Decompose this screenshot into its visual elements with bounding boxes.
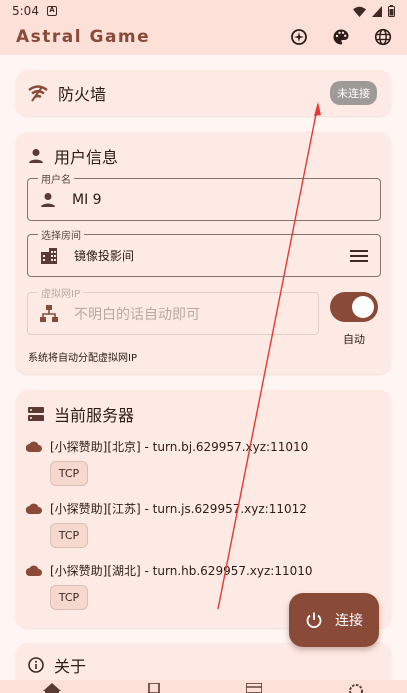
username-field[interactable]: 用户名 MI 9 [27,171,381,221]
username-label: 用户名 [38,171,74,186]
auto-ip-hint: 系统将自动分配虚拟网IP [28,353,137,364]
language-button[interactable] [373,27,393,47]
connect-label: 连接 [335,613,363,629]
cloud-icon [26,565,42,576]
notification-icon: A [46,6,57,16]
connection-status-badge: 未连接 [330,81,377,105]
server-name: [小探赞助][湖北] - turn.hb.629957.xyz:11010 [50,564,313,578]
protocol-chip: TCP [50,523,88,548]
username-value: MI 9 [72,191,102,208]
rooms-icon[interactable] [147,683,161,693]
server-item[interactable]: [小探赞助][北京] - turn.bj.629957.xyz:11010 TC… [26,438,308,486]
protocol-chip: TCP [50,585,88,610]
palette-button[interactable] [331,27,351,47]
server-name: [小探赞助][江苏] - turn.js.629957.xyz:11012 [50,502,307,516]
globe-icon [374,28,392,45]
theme-mode-button[interactable] [289,27,309,47]
bottom-navigation [0,680,407,693]
virtual-ip-field[interactable]: 虚拟网IP 不明白的话自动即可 [27,285,319,335]
cloud-icon [26,441,42,452]
virtual-ip-placeholder: 不明白的话自动即可 [74,306,200,323]
settings-icon[interactable] [348,683,364,693]
connect-button[interactable]: 连接 [289,593,379,647]
room-value: 镜像投影间 [74,249,135,263]
virtual-ip-label: 虚拟网IP [38,285,83,300]
user-info-card: 用户信息 用户名 MI 9 选择房间 镜像投影间 虚拟网IP 不明白的话自动即可… [16,132,391,374]
app-title: Astral Game [16,26,151,47]
palette-icon [333,29,349,44]
wifi-status-icon [353,6,366,17]
firewall-title: 防火墙 [58,85,107,104]
server-item[interactable]: [小探赞助][江苏] - turn.js.629957.xyz:11012 TC… [26,500,307,548]
person-icon [29,149,43,163]
protocol-chip: TCP [50,461,88,486]
server-item[interactable]: [小探赞助][湖北] - turn.hb.629957.xyz:11010 TC… [26,562,313,610]
firewall-card[interactable]: 防火墙 未连接 [16,70,391,116]
toggle-knob [352,296,374,318]
room-label: 选择房间 [38,227,84,242]
app-bar: Astral Game [0,22,407,55]
menu-icon [350,249,368,262]
signal-icon [372,5,382,17]
person-icon [41,192,55,207]
status-time: 5:04 [12,4,39,18]
brightness-icon [291,28,307,45]
about-title: 关于 [54,657,87,676]
user-info-title: 用户信息 [54,148,119,167]
wifi-off-icon [28,85,48,102]
server-icon [28,407,44,421]
power-icon [306,612,322,629]
battery-icon [388,5,395,17]
status-bar: 5:04 A [0,0,407,22]
server-name: [小探赞助][北京] - turn.bj.629957.xyz:11010 [50,440,309,454]
servers-title: 当前服务器 [54,406,135,425]
auto-toggle-label: 自动 [343,333,365,346]
servers-nav-icon[interactable] [246,683,263,693]
building-icon [41,247,57,264]
network-tree-icon [40,304,58,322]
info-icon [28,657,44,673]
home-icon[interactable] [42,683,61,693]
room-select[interactable]: 选择房间 镜像投影间 [27,227,381,277]
cloud-icon [26,503,42,514]
auto-ip-toggle[interactable] [330,292,378,322]
